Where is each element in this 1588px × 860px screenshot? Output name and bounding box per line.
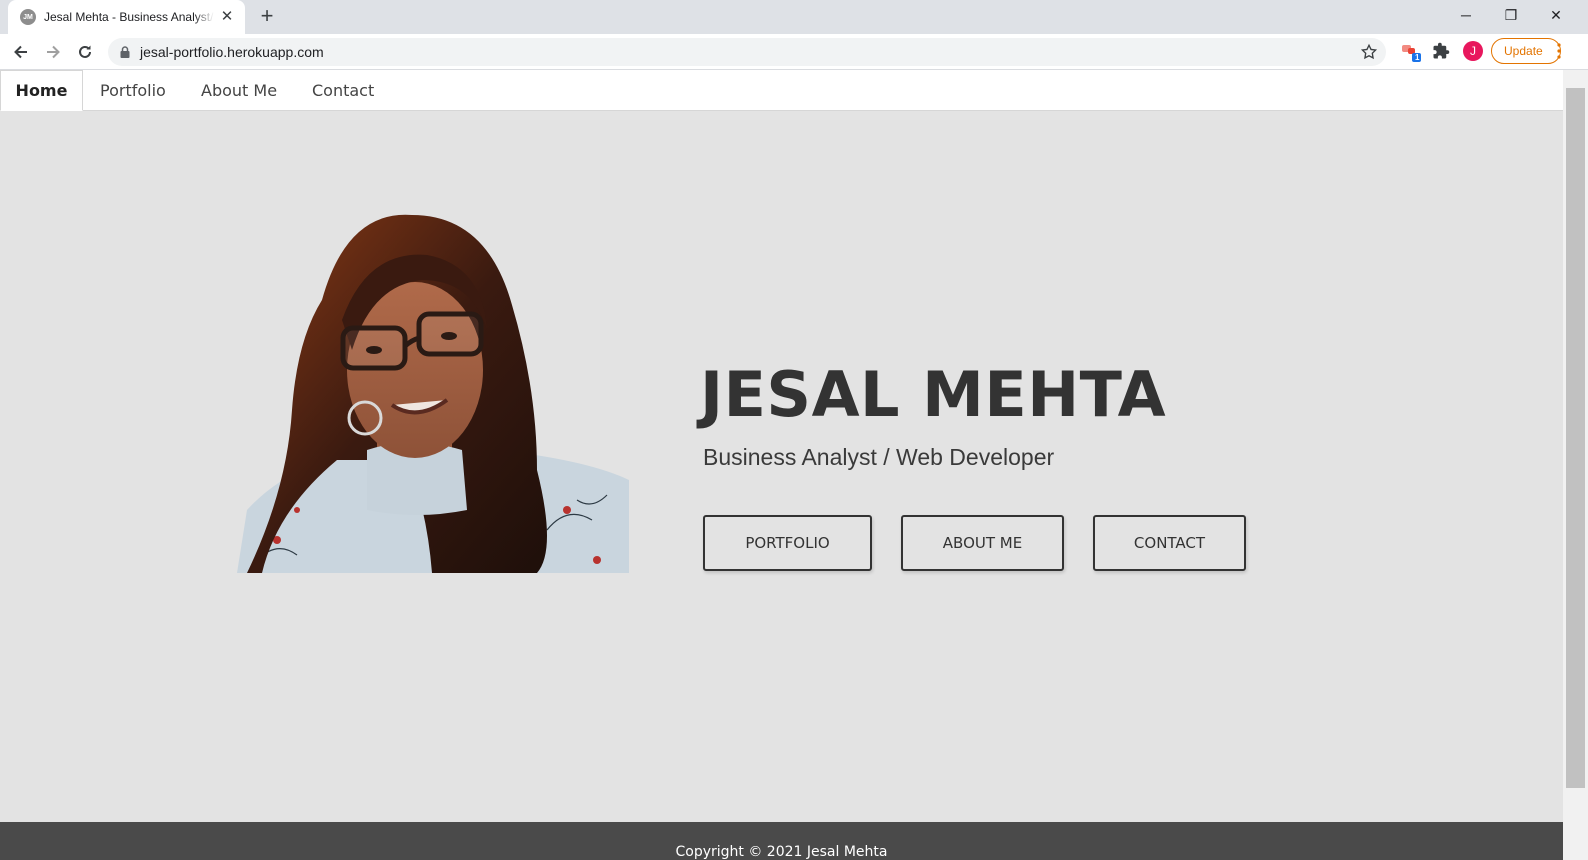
browser-tab-strip: JM Jesal Mehta - Business Analyst/Web De…: [0, 0, 1588, 34]
about-me-button[interactable]: ABOUT ME: [901, 515, 1064, 571]
browser-tab[interactable]: JM Jesal Mehta - Business Analyst/Web De…: [8, 0, 245, 34]
close-window-button[interactable]: ✕: [1534, 0, 1578, 30]
hero-subtitle: Business Analyst / Web Developer: [703, 444, 1055, 470]
forward-arrow-icon: [47, 45, 60, 59]
back-arrow-icon: [14, 45, 27, 59]
extension-icon[interactable]: 1: [1400, 42, 1422, 64]
scrollbar-thumb[interactable]: [1566, 88, 1585, 788]
extension-badge: 1: [1415, 53, 1420, 62]
profile-avatar[interactable]: J: [1463, 41, 1483, 61]
lock-icon: [120, 46, 130, 58]
nav-about-me[interactable]: About Me: [201, 70, 277, 111]
nav-home[interactable]: Home: [0, 70, 83, 111]
update-button[interactable]: Update: [1491, 38, 1561, 64]
hero-name: JESAL MEHTA: [700, 358, 1167, 431]
url-text: jesal-portfolio.herokuapp.com: [140, 44, 324, 60]
site-nav: Home Portfolio About Me Contact: [0, 70, 1563, 111]
portrait-photo: [237, 214, 629, 573]
footer-copyright: Copyright © 2021 Jesal Mehta: [675, 844, 888, 860]
bookmark-star-icon[interactable]: [1360, 43, 1378, 61]
address-bar[interactable]: jesal-portfolio.herokuapp.com: [108, 38, 1386, 66]
forward-button[interactable]: [41, 40, 65, 64]
nav-portfolio[interactable]: Portfolio: [100, 70, 166, 111]
reload-icon: [79, 45, 91, 58]
portfolio-button[interactable]: PORTFOLIO: [703, 515, 872, 571]
minimize-button[interactable]: ─: [1444, 0, 1488, 30]
extensions-puzzle-button[interactable]: [1432, 42, 1454, 64]
tab-close-icon[interactable]: ✕: [219, 9, 235, 25]
site-footer: Copyright © 2021 Jesal Mehta: [0, 822, 1563, 860]
tab-title: Jesal Mehta - Business Analyst/Web Devel…: [44, 10, 214, 24]
puzzle-icon: [1433, 42, 1450, 59]
back-button[interactable]: [9, 40, 33, 64]
page-scrollbar[interactable]: [1563, 70, 1588, 860]
restore-button[interactable]: ❐: [1489, 0, 1533, 30]
contact-button[interactable]: CONTACT: [1093, 515, 1246, 571]
nav-contact[interactable]: Contact: [312, 70, 374, 111]
reload-button[interactable]: [73, 40, 97, 64]
dots-icon: [1557, 43, 1561, 59]
menu-kebab-icon[interactable]: [1553, 42, 1565, 60]
tab-favicon-icon: JM: [20, 9, 36, 25]
new-tab-button[interactable]: +: [256, 5, 278, 27]
browser-toolbar: jesal-portfolio.herokuapp.com 1 J Update: [0, 34, 1588, 70]
